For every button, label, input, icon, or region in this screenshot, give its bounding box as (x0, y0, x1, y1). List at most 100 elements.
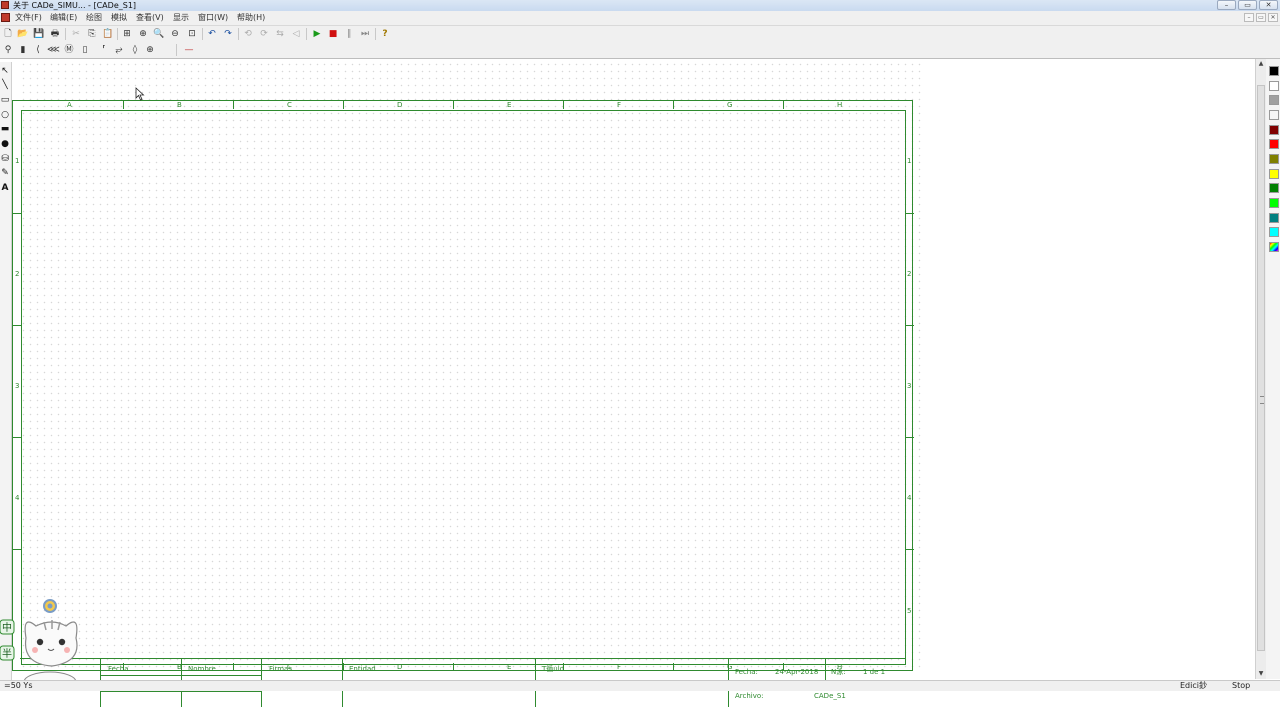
fill-bucket-icon[interactable]: ⛁ (0, 153, 10, 165)
zoom-in-icon[interactable]: ⊕ (137, 28, 149, 40)
minimize-button[interactable]: – (1217, 0, 1236, 10)
maximize-button[interactable]: ▭ (1238, 0, 1257, 10)
titulo-header: T循ulo (542, 665, 564, 673)
filled-rectangle-icon[interactable]: ▬ (0, 123, 10, 135)
fecha-label: Fecha: (735, 668, 758, 676)
color-swatch-green[interactable] (1269, 183, 1279, 193)
zoom-out-icon[interactable]: ⊖ (169, 28, 181, 40)
zoom-icon[interactable]: 🔍 (153, 28, 165, 40)
line-icon[interactable]: ╲ (0, 79, 10, 91)
stop-icon[interactable]: ■ (327, 28, 339, 40)
component-motor-icon[interactable]: Ⓜ (63, 44, 75, 56)
open-folder-icon[interactable]: 📂 (17, 28, 29, 40)
component-relay-icon[interactable]: ▯ (79, 44, 91, 56)
custom-color-icon[interactable] (1269, 242, 1279, 252)
component-contact-icon[interactable]: ⸢ (98, 44, 110, 56)
menu-file[interactable]: 文件(F) (15, 11, 42, 25)
drawing-canvas[interactable]: A B C D E F G H B C D E F G H 1 2 3 4 1 … (12, 59, 1254, 707)
mdi-close-button[interactable]: ✕ (1268, 13, 1278, 22)
toolbar-separator (65, 28, 66, 40)
component-fuse-icon[interactable]: ▮ (17, 44, 29, 56)
zoom-fit-icon[interactable]: ⊡ (186, 28, 198, 40)
circle-icon[interactable]: ○ (0, 109, 10, 121)
filled-ellipse-icon[interactable]: ● (0, 138, 10, 150)
mdi-restore-button[interactable]: ▭ (1256, 13, 1266, 22)
save-icon[interactable]: 💾 (33, 28, 45, 40)
pause-icon[interactable]: ∥ (343, 28, 355, 40)
scroll-up-icon[interactable]: ▲ (1256, 59, 1266, 69)
sheet-number-value: 1 de 1 (863, 668, 886, 676)
print-icon[interactable]: 🖶 (49, 28, 61, 40)
mirror-icon[interactable]: ◁ (290, 28, 302, 40)
new-file-icon[interactable]: 🗋 (2, 28, 14, 40)
svg-text:中: 中 (2, 621, 12, 634)
menu-simulate[interactable]: 模拟 (111, 11, 127, 25)
toolbar-separator (375, 28, 376, 40)
zone-tick (906, 213, 914, 214)
color-swatch-gray[interactable] (1269, 95, 1279, 105)
toolbar-separator (202, 28, 203, 40)
vertical-scrollbar[interactable]: ▲ ▼ (1255, 59, 1266, 679)
component-lamp-icon[interactable]: ⊕ (144, 44, 156, 56)
redo-icon[interactable]: ↷ (222, 28, 234, 40)
color-swatch-yellow[interactable] (1269, 169, 1279, 179)
component-supply-icon[interactable]: ⚲ (2, 44, 14, 56)
scrollbar-thumb[interactable] (1257, 85, 1265, 651)
select-arrow-icon[interactable]: ↖ (0, 65, 10, 77)
fecha-header: Fecha (108, 665, 129, 673)
menu-edit[interactable]: 编辑(E) (50, 11, 77, 25)
color-swatch-black[interactable] (1269, 66, 1279, 76)
zone-tick (13, 213, 21, 214)
row-label-2: 2 (15, 270, 20, 278)
zoom-page-icon[interactable]: ⊞ (121, 28, 133, 40)
undo-icon[interactable]: ↶ (206, 28, 218, 40)
component-switch-icon[interactable]: ⟨ (32, 44, 44, 56)
column-label-b: B (177, 101, 182, 109)
color-swatch-lime[interactable] (1269, 198, 1279, 208)
text-icon[interactable]: A (0, 182, 10, 194)
step-icon[interactable]: ⏭ (359, 28, 371, 40)
menu-display[interactable]: 显示 (173, 11, 189, 25)
menu-view[interactable]: 查看(V) (136, 11, 164, 25)
color-swatch-maroon[interactable] (1269, 125, 1279, 135)
copy-icon[interactable]: ⎘ (86, 28, 98, 40)
column-label-c: C (287, 101, 292, 109)
row-label-1-right: 1 (907, 157, 912, 165)
color-swatch-white[interactable] (1269, 81, 1279, 91)
rectangle-icon[interactable]: ▭ (0, 94, 10, 106)
sheet-border (21, 110, 906, 665)
paste-icon[interactable]: 📋 (102, 28, 114, 40)
scroll-down-icon[interactable]: ▼ (1256, 669, 1266, 679)
menu-help[interactable]: 帮助(H) (237, 11, 265, 25)
menu-window[interactable]: 窗口(W) (198, 11, 228, 25)
color-swatch-olive[interactable] (1269, 154, 1279, 164)
drawing-tools-panel: ↖ ╲ ▭ ○ ▬ ● ⛁ ✎ A (0, 62, 12, 690)
help-icon[interactable]: ? (379, 28, 391, 40)
zone-tick (123, 101, 124, 109)
main-toolbar: 🗋 📂 💾 🖶 ✂ ⎘ 📋 ⊞ ⊕ 🔍 ⊖ ⊡ ↶ ↷ ⟲ ⟳ ⇆ ◁ ▶ ■ … (0, 26, 1280, 43)
color-swatch-teal[interactable] (1269, 213, 1279, 223)
drawing-sheet: A B C D E F G H B C D E F G H 1 2 3 4 1 … (12, 100, 914, 707)
rotate-right-icon[interactable]: ⟳ (258, 28, 270, 40)
row-label-1: 1 (15, 157, 20, 165)
color-swatch-cyan[interactable] (1269, 227, 1279, 237)
wire-icon[interactable]: — (183, 44, 195, 56)
play-icon[interactable]: ▶ (311, 28, 323, 40)
component-pushbutton-icon[interactable]: ⥂ (113, 44, 125, 56)
menu-draw[interactable]: 绘图 (86, 11, 102, 25)
component-contactor-icon[interactable]: ⋘ (47, 44, 60, 56)
title-block-row-line (100, 691, 261, 692)
document-icon[interactable] (1, 13, 10, 22)
toolbar-separator (117, 28, 118, 40)
color-swatch-red[interactable] (1269, 139, 1279, 149)
cat-mascot-icon[interactable]: 中 半 (0, 598, 92, 690)
close-button[interactable]: ✕ (1259, 0, 1278, 10)
component-sensor-icon[interactable]: ◊ (129, 44, 141, 56)
mouse-cursor-icon (135, 87, 145, 101)
pen-icon[interactable]: ✎ (0, 167, 10, 179)
cut-icon[interactable]: ✂ (70, 28, 82, 40)
rotate-left-icon[interactable]: ⟲ (242, 28, 254, 40)
mdi-minimize-button[interactable]: – (1244, 13, 1254, 22)
color-swatch-light[interactable] (1269, 110, 1279, 120)
flip-icon[interactable]: ⇆ (274, 28, 286, 40)
